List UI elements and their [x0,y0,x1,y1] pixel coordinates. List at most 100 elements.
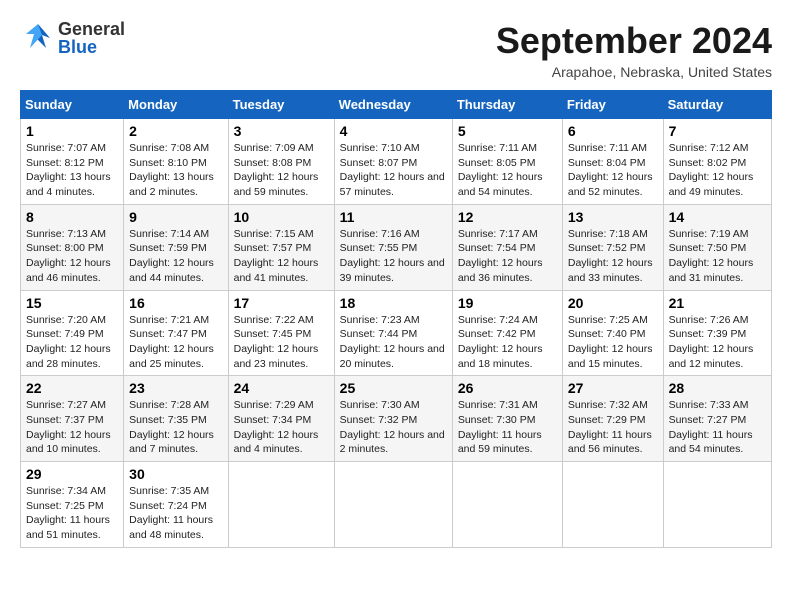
calendar-table: SundayMondayTuesdayWednesdayThursdayFrid… [20,90,772,548]
title-section: September 2024 Arapahoe, Nebraska, Unite… [496,20,772,80]
day-cell: 10 Sunrise: 7:15 AM Sunset: 7:57 PM Dayl… [228,204,334,290]
day-cell: 20 Sunrise: 7:25 AM Sunset: 7:40 PM Dayl… [562,290,663,376]
day-cell: 4 Sunrise: 7:10 AM Sunset: 8:07 PM Dayli… [334,119,452,205]
day-number: 25 [340,380,447,396]
calendar-subtitle: Arapahoe, Nebraska, United States [496,64,772,80]
logo-general-text: General [58,20,125,38]
day-cell: 1 Sunrise: 7:07 AM Sunset: 8:12 PM Dayli… [21,119,124,205]
day-info: Sunrise: 7:34 AM Sunset: 7:25 PM Dayligh… [26,484,118,543]
day-number: 21 [669,295,766,311]
day-info: Sunrise: 7:10 AM Sunset: 8:07 PM Dayligh… [340,141,447,200]
day-cell: 8 Sunrise: 7:13 AM Sunset: 8:00 PM Dayli… [21,204,124,290]
day-info: Sunrise: 7:09 AM Sunset: 8:08 PM Dayligh… [234,141,329,200]
day-cell: 22 Sunrise: 7:27 AM Sunset: 7:37 PM Dayl… [21,376,124,462]
day-cell: 11 Sunrise: 7:16 AM Sunset: 7:55 PM Dayl… [334,204,452,290]
day-info: Sunrise: 7:14 AM Sunset: 7:59 PM Dayligh… [129,227,222,286]
header-row: SundayMondayTuesdayWednesdayThursdayFrid… [21,91,772,119]
day-info: Sunrise: 7:17 AM Sunset: 7:54 PM Dayligh… [458,227,557,286]
day-number: 26 [458,380,557,396]
day-number: 1 [26,123,118,139]
day-cell: 19 Sunrise: 7:24 AM Sunset: 7:42 PM Dayl… [452,290,562,376]
day-number: 14 [669,209,766,225]
day-info: Sunrise: 7:33 AM Sunset: 7:27 PM Dayligh… [669,398,766,457]
week-row-5: 29 Sunrise: 7:34 AM Sunset: 7:25 PM Dayl… [21,462,772,548]
day-number: 10 [234,209,329,225]
header-cell-saturday: Saturday [663,91,771,119]
calendar-body: 1 Sunrise: 7:07 AM Sunset: 8:12 PM Dayli… [21,119,772,548]
header-cell-tuesday: Tuesday [228,91,334,119]
day-cell: 13 Sunrise: 7:18 AM Sunset: 7:52 PM Dayl… [562,204,663,290]
day-info: Sunrise: 7:21 AM Sunset: 7:47 PM Dayligh… [129,313,222,372]
day-cell: 14 Sunrise: 7:19 AM Sunset: 7:50 PM Dayl… [663,204,771,290]
day-info: Sunrise: 7:19 AM Sunset: 7:50 PM Dayligh… [669,227,766,286]
day-cell: 6 Sunrise: 7:11 AM Sunset: 8:04 PM Dayli… [562,119,663,205]
day-number: 27 [568,380,658,396]
day-cell: 12 Sunrise: 7:17 AM Sunset: 7:54 PM Dayl… [452,204,562,290]
day-cell [334,462,452,548]
logo-bird-icon [20,20,56,56]
day-cell: 25 Sunrise: 7:30 AM Sunset: 7:32 PM Dayl… [334,376,452,462]
day-number: 30 [129,466,222,482]
week-row-3: 15 Sunrise: 7:20 AM Sunset: 7:49 PM Dayl… [21,290,772,376]
day-number: 28 [669,380,766,396]
day-cell [562,462,663,548]
day-info: Sunrise: 7:24 AM Sunset: 7:42 PM Dayligh… [458,313,557,372]
calendar-header: SundayMondayTuesdayWednesdayThursdayFrid… [21,91,772,119]
logo-name: General Blue [58,20,125,56]
day-cell: 26 Sunrise: 7:31 AM Sunset: 7:30 PM Dayl… [452,376,562,462]
day-cell: 23 Sunrise: 7:28 AM Sunset: 7:35 PM Dayl… [124,376,228,462]
day-number: 6 [568,123,658,139]
day-number: 19 [458,295,557,311]
day-info: Sunrise: 7:13 AM Sunset: 8:00 PM Dayligh… [26,227,118,286]
day-info: Sunrise: 7:11 AM Sunset: 8:04 PM Dayligh… [568,141,658,200]
day-info: Sunrise: 7:35 AM Sunset: 7:24 PM Dayligh… [129,484,222,543]
day-number: 17 [234,295,329,311]
day-cell: 2 Sunrise: 7:08 AM Sunset: 8:10 PM Dayli… [124,119,228,205]
day-info: Sunrise: 7:31 AM Sunset: 7:30 PM Dayligh… [458,398,557,457]
day-number: 9 [129,209,222,225]
header-cell-friday: Friday [562,91,663,119]
day-info: Sunrise: 7:25 AM Sunset: 7:40 PM Dayligh… [568,313,658,372]
logo-blue-text: Blue [58,38,125,56]
week-row-1: 1 Sunrise: 7:07 AM Sunset: 8:12 PM Dayli… [21,119,772,205]
day-number: 8 [26,209,118,225]
day-cell: 15 Sunrise: 7:20 AM Sunset: 7:49 PM Dayl… [21,290,124,376]
day-number: 22 [26,380,118,396]
day-number: 5 [458,123,557,139]
day-info: Sunrise: 7:28 AM Sunset: 7:35 PM Dayligh… [129,398,222,457]
day-info: Sunrise: 7:08 AM Sunset: 8:10 PM Dayligh… [129,141,222,200]
page-header: General Blue September 2024 Arapahoe, Ne… [20,20,772,80]
day-number: 29 [26,466,118,482]
day-number: 13 [568,209,658,225]
day-cell [663,462,771,548]
day-info: Sunrise: 7:23 AM Sunset: 7:44 PM Dayligh… [340,313,447,372]
day-number: 11 [340,209,447,225]
day-number: 24 [234,380,329,396]
day-cell: 7 Sunrise: 7:12 AM Sunset: 8:02 PM Dayli… [663,119,771,205]
header-cell-sunday: Sunday [21,91,124,119]
day-info: Sunrise: 7:26 AM Sunset: 7:39 PM Dayligh… [669,313,766,372]
day-info: Sunrise: 7:29 AM Sunset: 7:34 PM Dayligh… [234,398,329,457]
day-info: Sunrise: 7:15 AM Sunset: 7:57 PM Dayligh… [234,227,329,286]
day-number: 20 [568,295,658,311]
day-number: 15 [26,295,118,311]
day-number: 7 [669,123,766,139]
day-info: Sunrise: 7:12 AM Sunset: 8:02 PM Dayligh… [669,141,766,200]
header-cell-thursday: Thursday [452,91,562,119]
day-cell [452,462,562,548]
day-cell: 30 Sunrise: 7:35 AM Sunset: 7:24 PM Dayl… [124,462,228,548]
day-number: 3 [234,123,329,139]
day-cell [228,462,334,548]
day-number: 4 [340,123,447,139]
day-number: 23 [129,380,222,396]
header-cell-wednesday: Wednesday [334,91,452,119]
day-info: Sunrise: 7:11 AM Sunset: 8:05 PM Dayligh… [458,141,557,200]
day-cell: 5 Sunrise: 7:11 AM Sunset: 8:05 PM Dayli… [452,119,562,205]
day-info: Sunrise: 7:16 AM Sunset: 7:55 PM Dayligh… [340,227,447,286]
day-info: Sunrise: 7:32 AM Sunset: 7:29 PM Dayligh… [568,398,658,457]
day-cell: 17 Sunrise: 7:22 AM Sunset: 7:45 PM Dayl… [228,290,334,376]
week-row-2: 8 Sunrise: 7:13 AM Sunset: 8:00 PM Dayli… [21,204,772,290]
day-number: 16 [129,295,222,311]
day-cell: 27 Sunrise: 7:32 AM Sunset: 7:29 PM Dayl… [562,376,663,462]
week-row-4: 22 Sunrise: 7:27 AM Sunset: 7:37 PM Dayl… [21,376,772,462]
